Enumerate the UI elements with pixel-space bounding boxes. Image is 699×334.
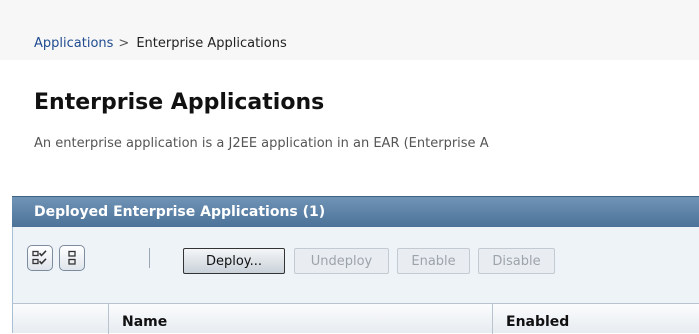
column-header-name[interactable]: Name [122,314,167,330]
disable-button[interactable]: Disable [478,248,555,274]
select-all-button[interactable] [27,245,53,271]
column-divider [108,304,109,334]
breadcrumb-current: Enterprise Applications [136,36,287,51]
header-band [0,0,699,60]
page-title: Enterprise Applications [34,90,325,115]
select-all-checkbox-icon [32,250,47,265]
table-header-row: Name Enabled [12,303,699,334]
breadcrumb-link-applications[interactable]: Applications [34,36,113,51]
table-toolbar: Deploy... Undeploy Enable Disable [12,227,699,303]
deselect-all-button[interactable] [59,245,85,271]
panel-title: Deployed Enterprise Applications (1) [34,204,326,220]
deployed-apps-panel-header: Deployed Enterprise Applications (1) [12,196,699,227]
toolbar-divider [149,248,150,268]
deploy-button[interactable]: Deploy... [183,248,285,274]
breadcrumb-separator: > [118,36,130,51]
column-divider [492,304,493,334]
column-header-enabled[interactable]: Enabled [506,314,569,330]
breadcrumb: Applications > Enterprise Applications [34,36,287,51]
deselect-all-checkbox-icon [68,250,76,265]
enable-button[interactable]: Enable [397,248,470,274]
page-description: An enterprise application is a J2EE appl… [34,136,489,151]
undeploy-button[interactable]: Undeploy [294,248,389,274]
